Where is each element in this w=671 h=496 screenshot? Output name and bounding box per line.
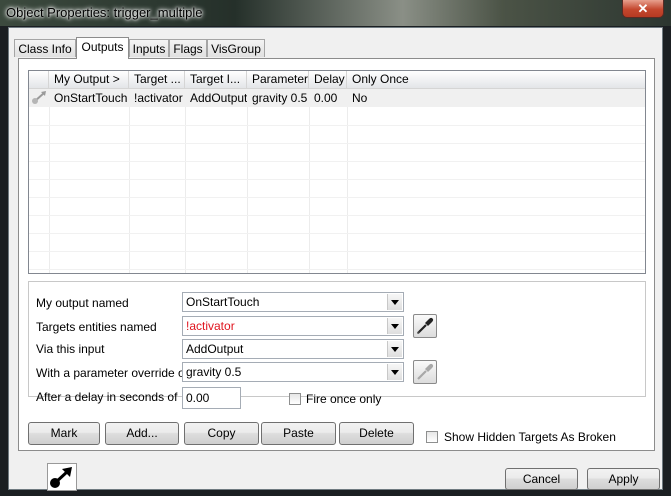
targets-value: !activator (186, 319, 235, 333)
mark-button[interactable]: Mark (28, 422, 100, 445)
fire-once-label: Fire once only (306, 392, 382, 406)
chevron-down-icon[interactable] (387, 318, 402, 334)
outputs-panel: My Output > Target ... Target I... Param… (18, 58, 655, 451)
add-button[interactable]: Add... (105, 422, 179, 445)
via-input-value: AddOutput (186, 342, 244, 356)
pick-target-eyedropper-button[interactable] (413, 314, 437, 338)
grid-line (29, 251, 645, 252)
column-target-input[interactable]: Target I... (185, 71, 247, 88)
paste-button[interactable]: Paste (261, 422, 336, 445)
tab-outputs[interactable]: Outputs (76, 37, 129, 59)
grid-line (29, 269, 645, 270)
outputs-list-header: My Output > Target ... Target I... Param… (29, 71, 645, 89)
title-bar[interactable]: Object Properties: trigger_multiple ✕ (0, 0, 671, 26)
grid-line (129, 107, 130, 273)
pick-parameter-eyedropper-button[interactable] (413, 360, 437, 384)
delete-button[interactable]: Delete (339, 422, 414, 445)
tab-flags[interactable]: Flags (169, 39, 207, 57)
show-hidden-label: Show Hidden Targets As Broken (444, 430, 616, 444)
window-title: Object Properties: trigger_multiple (6, 5, 203, 20)
eyedropper-icon (417, 363, 434, 380)
show-hidden-checkbox[interactable] (426, 431, 438, 443)
targets-combo[interactable]: !activator (182, 316, 404, 336)
cell-target: !activator (134, 91, 183, 105)
output-editor-group: My output named OnStartTouch Targets ent… (28, 281, 646, 409)
parameter-combo[interactable]: gravity 0.5 (182, 362, 404, 382)
my-output-value: OnStartTouch (186, 295, 260, 309)
cell-delay: 0.00 (314, 91, 338, 105)
grid-line (29, 125, 645, 126)
grid-line (29, 179, 645, 180)
delay-value: 0.00 (186, 391, 210, 405)
grid-line (29, 161, 645, 162)
parameter-label: With a parameter override of (36, 366, 189, 380)
close-button[interactable]: ✕ (622, 0, 664, 18)
entity-output-icon-box (47, 463, 77, 491)
tab-inputs[interactable]: Inputs (129, 39, 169, 57)
column-target[interactable]: Target ... (129, 71, 185, 88)
object-properties-window: Object Properties: trigger_multiple ✕ Cl… (0, 0, 671, 496)
delay-label: After a delay in seconds of (36, 390, 178, 404)
my-output-combo[interactable]: OnStartTouch (182, 292, 404, 312)
column-parameter[interactable]: Parameter (247, 71, 309, 88)
outputs-list[interactable]: My Output > Target ... Target I... Param… (28, 70, 646, 274)
cancel-button[interactable]: Cancel (505, 468, 578, 490)
delay-input[interactable]: 0.00 (182, 387, 241, 409)
targets-label: Targets entities named (36, 320, 157, 334)
grid-line (309, 107, 310, 273)
dialog-body: Class Info Outputs Inputs Flags VisGroup… (8, 27, 663, 491)
chevron-down-icon[interactable] (387, 364, 402, 380)
column-only-once[interactable]: Only Once (347, 71, 645, 88)
grid-line (347, 107, 348, 273)
grid-line (29, 233, 645, 234)
my-output-label: My output named (36, 296, 129, 310)
eyedropper-icon (416, 317, 434, 335)
parameter-value: gravity 0.5 (186, 365, 242, 379)
grid-line (29, 215, 645, 216)
grid-line (247, 107, 248, 273)
grid-line (29, 143, 645, 144)
icon-column-header[interactable] (29, 71, 49, 88)
cell-my-output: OnStartTouch (54, 91, 128, 105)
copy-button[interactable]: Copy (184, 422, 259, 445)
chevron-down-icon[interactable] (387, 341, 402, 357)
table-row[interactable]: OnStartTouch !activator AddOutput gravit… (29, 89, 645, 107)
tab-class-info[interactable]: Class Info (14, 39, 76, 57)
column-delay[interactable]: Delay (309, 71, 347, 88)
via-input-combo[interactable]: AddOutput (182, 339, 404, 359)
via-input-label: Via this input (36, 342, 105, 356)
fire-once-checkbox[interactable] (289, 393, 301, 405)
output-connection-icon (29, 89, 49, 107)
chevron-down-icon[interactable] (387, 294, 402, 310)
apply-button[interactable]: Apply (587, 468, 660, 490)
cell-parameter: gravity 0.5 (252, 91, 308, 105)
cell-target-input: AddOutput (190, 91, 247, 105)
column-my-output[interactable]: My Output > (49, 71, 129, 88)
tab-visgroup[interactable]: VisGroup (207, 39, 265, 57)
grid-line (185, 107, 186, 273)
grid-line (49, 107, 50, 273)
grid-line (29, 197, 645, 198)
cell-only-once: No (352, 91, 368, 105)
output-arrow-icon (50, 467, 72, 488)
